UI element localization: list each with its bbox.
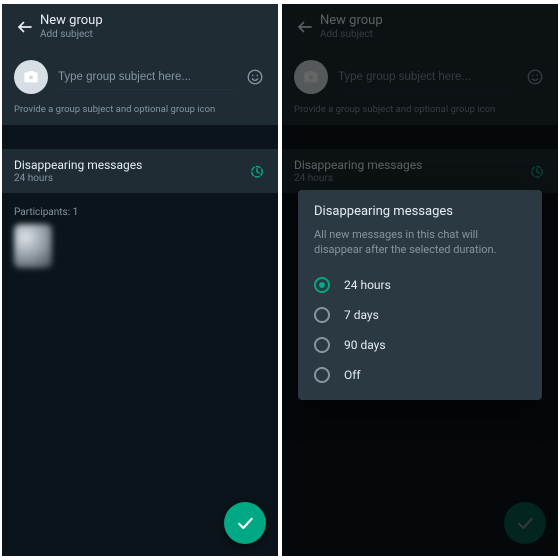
option-label: Off [344,368,361,382]
new-group-screen-modal: New group Add subject Provide a group su… [282,4,558,556]
dialog-title: Disappearing messages [314,204,526,219]
timer-icon [248,162,266,180]
check-icon [235,513,255,533]
appbar-title: New group [40,14,103,29]
participant-avatar[interactable] [14,224,52,268]
option-7-days[interactable]: 7 days [314,300,526,330]
dialog-description: All new messages in this chat will disap… [314,227,526,258]
confirm-fab[interactable] [224,502,266,544]
option-90-days[interactable]: 90 days [314,330,526,360]
new-group-screen: New group Add subject Provide a group su… [2,4,278,556]
arrow-left-icon [16,18,34,36]
subject-hint: Provide a group subject and optional gro… [2,102,278,125]
app-bar: New group Add subject [2,4,278,50]
subject-section [2,50,278,102]
radio-icon [314,307,330,323]
option-off[interactable]: Off [314,360,526,390]
camera-icon [23,69,39,85]
appbar-subtitle: Add subject [40,29,103,41]
option-label: 24 hours [344,278,391,292]
disappearing-messages-dialog: Disappearing messages All new messages i… [298,190,542,400]
option-label: 7 days [344,308,379,322]
option-label: 90 days [344,338,386,352]
dm-title: Disappearing messages [14,158,142,172]
group-subject-input[interactable] [58,64,234,90]
option-24-hours[interactable]: 24 hours [314,270,526,300]
section-gap [2,125,278,149]
emoji-icon [246,68,264,86]
back-button[interactable] [10,18,40,36]
emoji-button[interactable] [244,68,266,86]
group-icon-button[interactable] [14,60,48,94]
radio-icon [314,277,330,293]
participants-label: Participants: 1 [2,193,278,224]
radio-icon [314,337,330,353]
disappearing-messages-row[interactable]: Disappearing messages 24 hours [2,149,278,193]
radio-icon [314,367,330,383]
dm-value: 24 hours [14,173,142,184]
